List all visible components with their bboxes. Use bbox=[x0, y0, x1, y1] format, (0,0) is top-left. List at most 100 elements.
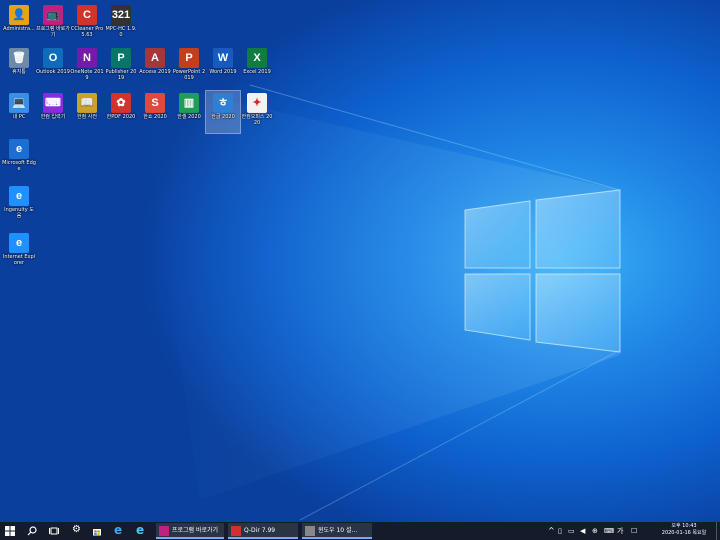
desktop-icon[interactable]: W Word 2019 bbox=[206, 46, 240, 88]
hangul-icon: ㅎ bbox=[213, 93, 233, 113]
clock[interactable]: 오후 10:43 2020-01-16 목요일 bbox=[656, 523, 712, 537]
window-icon bbox=[305, 526, 315, 536]
desktop-icon[interactable]: A Access 2019 bbox=[138, 46, 172, 88]
recycle-bin-icon: 🗑 bbox=[9, 48, 29, 68]
desktop-icon[interactable]: C CCleaner Pro 5.63 bbox=[70, 3, 104, 45]
desktop-icon-label: 한컴오피스 2020 bbox=[241, 114, 273, 126]
store-icon bbox=[93, 529, 101, 536]
desktop-icon-label: Microsoft Edge bbox=[2, 160, 36, 172]
tv-icon bbox=[159, 526, 169, 536]
taskbar-app-button[interactable]: 프로그램 바로가기 bbox=[156, 523, 224, 539]
taskbar-app-button[interactable]: 윈도우 10 설... bbox=[302, 523, 372, 539]
windows-logo-icon bbox=[5, 526, 15, 536]
access-icon: A bbox=[145, 48, 165, 68]
desktop-icon[interactable]: e Microsoft Edge bbox=[2, 137, 36, 179]
desktop-icon-label: Word 2019 bbox=[209, 69, 237, 75]
ie-icon: e bbox=[9, 186, 29, 206]
desktop-icon[interactable]: e Ingenuity 도움 bbox=[2, 184, 36, 226]
desktop-icon[interactable]: 📖 한컴 사전 bbox=[70, 91, 104, 133]
action-center-icon[interactable]: ☐ bbox=[631, 527, 639, 535]
onenote-icon: N bbox=[77, 48, 97, 68]
desktop-icon[interactable]: S 한쇼 2020 bbox=[138, 91, 172, 133]
desktop-icon-label: 한쇼 2020 bbox=[143, 114, 167, 120]
settings-button[interactable]: ⚙ bbox=[68, 522, 86, 540]
powerpoint-icon: P bbox=[179, 48, 199, 68]
keyboard-icon[interactable]: ⌨ bbox=[604, 527, 614, 535]
desktop-icon[interactable]: 🗑 휴지통 bbox=[2, 46, 36, 88]
desktop-icon-label: CCleaner Pro 5.63 bbox=[70, 26, 104, 38]
desktop-icon[interactable]: 📺 프로그램 바로가기 bbox=[36, 3, 70, 45]
store-button[interactable] bbox=[88, 522, 106, 540]
taskbar-app-label: Q-Dir 7.99 bbox=[244, 527, 276, 534]
desktop-icon[interactable]: ▥ 한셀 2020 bbox=[172, 91, 206, 133]
desktop-icon-label: Internet Explorer bbox=[2, 254, 36, 266]
desktop-icon-label: Publisher 2019 bbox=[105, 69, 137, 81]
task-view-button[interactable] bbox=[44, 522, 64, 540]
language-icon[interactable]: ⊕ bbox=[592, 527, 600, 535]
desktop-icon-label: 휴지통 bbox=[12, 69, 26, 75]
qdir-icon bbox=[231, 526, 241, 536]
desktop-icon-label: OneNote 2019 bbox=[70, 69, 104, 81]
desktop-icon[interactable]: X Excel 2019 bbox=[240, 46, 274, 88]
word-icon: W bbox=[213, 48, 233, 68]
desktop-icon[interactable]: 👤 Administra... bbox=[2, 3, 36, 45]
desktop-icon[interactable]: 321 MPC-HC 1.9.0 bbox=[104, 3, 138, 45]
chevron-up-icon[interactable]: ^ bbox=[548, 527, 556, 535]
hanpdf-icon: ✿ bbox=[111, 93, 131, 113]
desktop-icon-label: 한컴 사전 bbox=[77, 114, 97, 120]
edge-icon: e bbox=[9, 139, 29, 159]
desktop-icon[interactable]: ⌨ 한컴 입력기 bbox=[36, 91, 70, 133]
edge-icon: e bbox=[114, 523, 123, 537]
desktop-icon-label: 내 PC bbox=[12, 114, 26, 120]
volume-icon[interactable]: ◀ bbox=[580, 527, 588, 535]
desktop-icon[interactable]: P PowerPoint 2019 bbox=[172, 46, 206, 88]
desktop-icon[interactable]: 💻 내 PC bbox=[2, 91, 36, 133]
desktop-icon[interactable]: e Internet Explorer bbox=[2, 231, 36, 273]
publisher-icon: P bbox=[111, 48, 131, 68]
desktop-icon-label: 한PDF 2020 bbox=[106, 114, 136, 120]
ie-taskbar-button[interactable]: e bbox=[132, 522, 152, 540]
search-button[interactable] bbox=[22, 522, 42, 540]
usb-icon[interactable]: ▯ bbox=[558, 527, 566, 535]
excel-icon: X bbox=[247, 48, 267, 68]
desktop-icon[interactable]: N OneNote 2019 bbox=[70, 46, 104, 88]
hancom-office-icon: ✦ bbox=[247, 93, 267, 113]
desktop-icon-label: Outlook 2019 bbox=[36, 69, 70, 75]
search-icon bbox=[27, 526, 37, 536]
hancom-dictionary-icon: 📖 bbox=[77, 93, 97, 113]
desktop-icon[interactable]: ✿ 한PDF 2020 bbox=[104, 91, 138, 133]
edge-taskbar-button[interactable]: e bbox=[110, 522, 128, 540]
outlook-icon: O bbox=[43, 48, 63, 68]
network-icon[interactable]: ▭ bbox=[568, 527, 576, 535]
show-desktop-button[interactable] bbox=[716, 522, 720, 540]
hanshow-icon: S bbox=[145, 93, 165, 113]
start-button[interactable] bbox=[0, 522, 20, 540]
desktop-icon[interactable]: O Outlook 2019 bbox=[36, 46, 70, 88]
user-folder-icon: 👤 bbox=[9, 5, 29, 25]
hancell-icon: ▥ bbox=[179, 93, 199, 113]
internet-explorer-icon: e bbox=[9, 233, 29, 253]
desktop-icon-label: Ingenuity 도움 bbox=[4, 207, 34, 219]
desktop-icon-label: Administra... bbox=[3, 26, 35, 32]
this-pc-icon: 💻 bbox=[9, 93, 29, 113]
desktop-icon-label: PowerPoint 2019 bbox=[172, 69, 206, 81]
desktop-icon[interactable]: ㅎ 한글 2020 bbox=[205, 90, 241, 134]
hancom-input-icon: ⌨ bbox=[43, 93, 63, 113]
mpc-icon: 321 bbox=[111, 5, 131, 25]
tv-icon: 📺 bbox=[43, 5, 63, 25]
ime-indicator[interactable]: 가 bbox=[617, 522, 623, 540]
desktop[interactable]: 👤 Administra... 📺 프로그램 바로가기 C CCleaner Pro 5.… bbox=[0, 0, 720, 522]
taskbar-app-button[interactable]: Q-Dir 7.99 bbox=[228, 523, 298, 539]
desktop-icon-label: 한컴 입력기 bbox=[40, 114, 66, 120]
desktop-icon[interactable]: P Publisher 2019 bbox=[104, 46, 138, 88]
internet-explorer-icon: e bbox=[136, 523, 145, 537]
desktop-icon-label: 프로그램 바로가기 bbox=[36, 26, 70, 38]
clock-time: 오후 10:43 bbox=[671, 523, 697, 529]
desktop-icon-label: Access 2019 bbox=[139, 69, 171, 75]
taskbar-app-label: 프로그램 바로가기 bbox=[172, 527, 219, 534]
desktop-icon[interactable]: ✦ 한컴오피스 2020 bbox=[240, 91, 274, 133]
task-view-icon bbox=[49, 527, 59, 535]
gear-icon: ⚙ bbox=[72, 524, 81, 535]
taskbar-app-label: 윈도우 10 설... bbox=[318, 527, 358, 534]
taskbar: ⚙ e e 프로그램 바로가기 Q-Dir 7.99 윈도우 10 설... ^ ▯… bbox=[0, 522, 720, 540]
